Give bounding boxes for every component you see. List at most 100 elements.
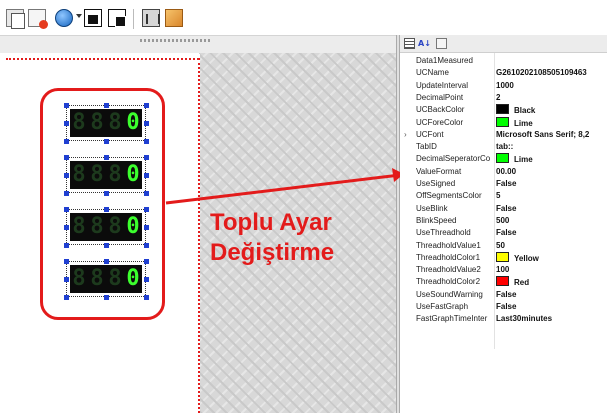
- property-row[interactable]: DecimalSeperatorCo Lime: [400, 153, 607, 165]
- property-value[interactable]: Yellow: [496, 251, 607, 265]
- property-row[interactable]: UCBackColor Black: [400, 104, 607, 116]
- property-value[interactable]: Red: [496, 276, 607, 289]
- alphabetical-icon[interactable]: A↓: [418, 38, 431, 49]
- property-value-text: False: [496, 228, 517, 238]
- copy-icon[interactable]: [6, 9, 25, 29]
- selection-handle[interactable]: [104, 103, 109, 108]
- property-value[interactable]: False: [496, 203, 607, 215]
- seven-segment-display[interactable]: 8880: [64, 259, 149, 300]
- globe-icon[interactable]: [55, 9, 73, 27]
- property-value[interactable]: Microsoft Sans Serif; 8,2: [496, 129, 607, 141]
- designer-header: [0, 35, 400, 54]
- property-row[interactable]: ThreadholdColor2 Red: [400, 276, 607, 288]
- window-icon[interactable]: [84, 9, 102, 27]
- property-value[interactable]: False: [496, 301, 607, 313]
- selection-handle[interactable]: [144, 139, 149, 144]
- seven-segment-display[interactable]: 8880: [64, 103, 149, 144]
- property-row[interactable]: TabID tab::: [400, 141, 607, 153]
- property-row[interactable]: UseFastGraph False: [400, 301, 607, 313]
- property-value[interactable]: 1000: [496, 80, 607, 92]
- categorized-icon[interactable]: [404, 38, 415, 49]
- selection-handle[interactable]: [144, 295, 149, 300]
- selection-handle[interactable]: [144, 259, 149, 264]
- property-pages-icon[interactable]: [436, 38, 447, 49]
- selection-handle[interactable]: [144, 155, 149, 160]
- selection-handle[interactable]: [104, 295, 109, 300]
- property-value[interactable]: Black: [496, 104, 607, 117]
- property-name: ThreadholdColor2: [416, 277, 481, 287]
- selection-handle[interactable]: [104, 139, 109, 144]
- paste-icon[interactable]: [28, 9, 48, 29]
- property-value[interactable]: False: [496, 178, 607, 190]
- property-row[interactable]: UseSoundWarning False: [400, 289, 607, 301]
- property-row[interactable]: ThreadholdValue2 100: [400, 264, 607, 276]
- property-value[interactable]: False: [496, 289, 607, 301]
- property-row[interactable]: OffSegmentsColor 5: [400, 190, 607, 202]
- selection-handle[interactable]: [144, 103, 149, 108]
- selection-handle[interactable]: [64, 173, 69, 178]
- property-value-text: Black: [514, 106, 536, 116]
- property-value[interactable]: 2: [496, 92, 607, 104]
- resize-grip[interactable]: [140, 39, 210, 42]
- selection-handle[interactable]: [104, 191, 109, 196]
- selection-handle[interactable]: [144, 207, 149, 212]
- seven-segment-display[interactable]: 8880: [64, 207, 149, 248]
- property-row[interactable]: BlinkSpeed 500: [400, 215, 607, 227]
- selection-handle[interactable]: [64, 277, 69, 282]
- property-row[interactable]: ThreadholdValue1 50: [400, 240, 607, 252]
- selection-handle[interactable]: [64, 295, 69, 300]
- property-row[interactable]: UseSigned False: [400, 178, 607, 190]
- property-value[interactable]: tab::: [496, 141, 607, 153]
- property-row[interactable]: UpdateInterval 1000: [400, 80, 607, 92]
- property-value[interactable]: Lime: [496, 116, 607, 130]
- selection-handle[interactable]: [104, 155, 109, 160]
- selection-handle[interactable]: [64, 225, 69, 230]
- property-value[interactable]: Last30minutes: [496, 313, 607, 325]
- property-row[interactable]: Data1Measured: [400, 55, 607, 67]
- property-value[interactable]: False: [496, 227, 607, 239]
- selection-handle[interactable]: [64, 259, 69, 264]
- selection-handle[interactable]: [104, 243, 109, 248]
- property-row[interactable]: ValueFormat 00.00: [400, 166, 607, 178]
- selection-handle[interactable]: [64, 191, 69, 196]
- selection-handle[interactable]: [144, 121, 149, 126]
- property-row[interactable]: ThreadholdColor1 Yellow: [400, 251, 607, 265]
- selection-handle[interactable]: [144, 191, 149, 196]
- property-value[interactable]: G2610202108505109463: [496, 67, 607, 79]
- selection-handle[interactable]: [104, 259, 109, 264]
- property-value[interactable]: 50: [496, 240, 607, 252]
- selection-handle[interactable]: [104, 207, 109, 212]
- expand-chevron-icon[interactable]: ›: [404, 129, 407, 141]
- selection-handle[interactable]: [144, 243, 149, 248]
- property-row[interactable]: UseThreadhold False: [400, 227, 607, 239]
- display-screen: 8880: [70, 265, 142, 293]
- building-icon[interactable]: [142, 9, 160, 27]
- property-value[interactable]: 100: [496, 264, 607, 276]
- windows-icon[interactable]: [108, 9, 126, 27]
- selection-handle[interactable]: [64, 155, 69, 160]
- property-value[interactable]: 500: [496, 215, 607, 227]
- selection-handle[interactable]: [64, 139, 69, 144]
- property-row[interactable]: UCName G2610202108505109463: [400, 67, 607, 79]
- selection-handle[interactable]: [144, 225, 149, 230]
- property-row[interactable]: › UCFont Microsoft Sans Serif; 8,2: [400, 129, 607, 141]
- form-boundary-right[interactable]: [198, 58, 200, 413]
- selection-handle[interactable]: [64, 121, 69, 126]
- property-row[interactable]: UseBlink False: [400, 203, 607, 215]
- seven-segment-display[interactable]: 8880: [64, 155, 149, 196]
- selection-handle[interactable]: [144, 173, 149, 178]
- selection-handle[interactable]: [144, 277, 149, 282]
- selection-handle[interactable]: [64, 243, 69, 248]
- property-row[interactable]: FastGraphTimeInter Last30minutes: [400, 313, 607, 325]
- package-icon[interactable]: [165, 9, 183, 27]
- dropdown-icon[interactable]: [76, 14, 82, 18]
- selection-handle[interactable]: [64, 103, 69, 108]
- property-value[interactable]: Lime: [496, 153, 607, 166]
- property-value[interactable]: 5: [496, 190, 607, 202]
- selection-handle[interactable]: [64, 207, 69, 212]
- property-name: ThreadholdColor1: [416, 252, 481, 262]
- property-row[interactable]: UCForeColor Lime: [400, 116, 607, 130]
- display-digit: 8: [108, 162, 122, 187]
- property-value[interactable]: 00.00: [496, 166, 607, 178]
- property-row[interactable]: DecimalPoint 2: [400, 92, 607, 104]
